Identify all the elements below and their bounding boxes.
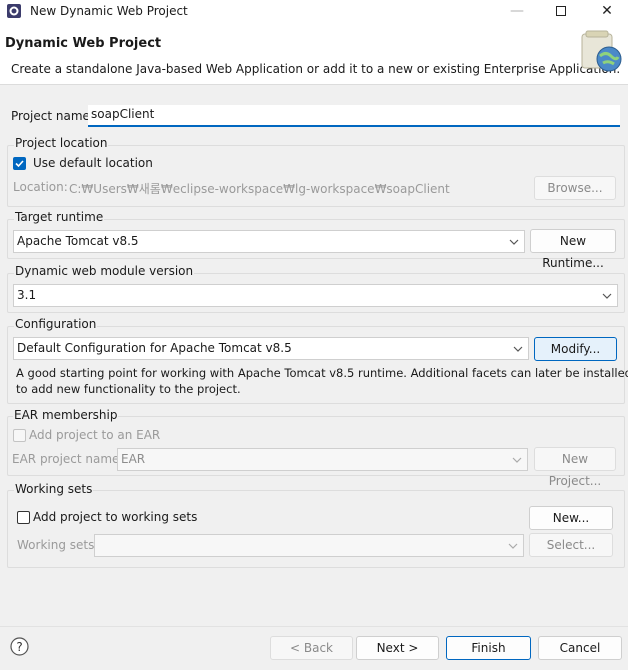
next-button[interactable]: Next > xyxy=(356,636,439,660)
add-to-working-sets-label: Add project to working sets xyxy=(33,510,198,524)
working-sets-group-label: Working sets xyxy=(14,482,94,496)
location-label: Location: xyxy=(13,180,68,194)
use-default-location-label: Use default location xyxy=(33,156,153,170)
wizard-description: Create a standalone Java-based Web Appli… xyxy=(11,62,621,76)
ear-project-name-value: EAR xyxy=(121,452,146,466)
window-titlebar: New Dynamic Web Project — ✕ xyxy=(0,0,628,22)
header-separator xyxy=(0,84,628,85)
ear-project-name-label: EAR project name: xyxy=(12,452,124,466)
configuration-select[interactable]: Default Configuration for Apache Tomcat … xyxy=(13,337,529,360)
close-icon[interactable]: ✕ xyxy=(584,0,628,22)
minimize-icon[interactable]: — xyxy=(494,0,540,22)
project-location-group-label: Project location xyxy=(14,136,109,150)
window-title: New Dynamic Web Project xyxy=(30,4,188,18)
chevron-down-icon xyxy=(509,239,519,245)
target-runtime-value: Apache Tomcat v8.5 xyxy=(17,234,139,248)
use-default-location-checkbox[interactable] xyxy=(13,157,26,170)
web-module-version-group-label: Dynamic web module version xyxy=(14,264,195,278)
web-project-banner-icon xyxy=(581,30,622,72)
checkmark-icon xyxy=(15,160,24,168)
ear-project-name-select[interactable]: EAR xyxy=(117,448,528,471)
browse-button[interactable]: Browse... xyxy=(534,176,616,200)
location-value: C:₩Users₩새롬₩eclipse-workspace₩lg-workspa… xyxy=(69,182,450,196)
target-runtime-select[interactable]: Apache Tomcat v8.5 xyxy=(13,230,525,253)
add-to-ear-label: Add project to an EAR xyxy=(29,428,161,442)
configuration-group-label: Configuration xyxy=(14,317,98,331)
configuration-value: Default Configuration for Apache Tomcat … xyxy=(17,341,292,355)
svg-text:?: ? xyxy=(16,640,22,654)
cancel-button[interactable]: Cancel xyxy=(538,636,622,660)
maximize-icon[interactable] xyxy=(538,0,584,22)
footer-separator xyxy=(0,626,628,627)
new-runtime-button[interactable]: New Runtime... xyxy=(530,229,616,270)
add-to-ear-checkbox[interactable] xyxy=(13,429,26,442)
project-name-label: Project name: xyxy=(11,109,94,123)
wizard-header: Dynamic Web Project Create a standalone … xyxy=(0,22,628,84)
chevron-down-icon xyxy=(508,543,518,549)
working-sets-select[interactable] xyxy=(94,534,524,557)
ear-membership-group-label: EAR membership xyxy=(13,408,119,422)
finish-button[interactable]: Finish xyxy=(446,636,531,660)
configuration-description-line1: A good starting point for working with A… xyxy=(16,366,628,380)
wizard-title: Dynamic Web Project xyxy=(5,36,162,51)
project-location-group xyxy=(7,145,625,207)
modify-button[interactable]: Modify... xyxy=(534,337,617,361)
chevron-down-icon xyxy=(602,293,612,299)
add-to-working-sets-checkbox[interactable] xyxy=(17,511,30,524)
web-module-version-value: 3.1 xyxy=(17,288,37,302)
new-ear-project-button[interactable]: New Project... xyxy=(534,447,616,488)
configuration-description-line2: to add new functionality to the project. xyxy=(16,382,241,396)
chevron-down-icon xyxy=(513,346,523,352)
working-sets-label: Working sets: xyxy=(17,538,99,552)
project-name-input[interactable]: soapClient xyxy=(88,105,620,127)
back-button[interactable]: < Back xyxy=(270,636,353,660)
web-module-version-select[interactable]: 3.1 xyxy=(13,284,618,307)
project-name-value: soapClient xyxy=(91,107,155,121)
chevron-down-icon xyxy=(512,457,522,463)
eclipse-app-icon xyxy=(7,4,21,18)
new-working-set-button[interactable]: New... xyxy=(529,506,613,530)
select-working-sets-button[interactable]: Select... xyxy=(529,533,613,557)
help-icon[interactable]: ? xyxy=(10,637,29,656)
target-runtime-group-label: Target runtime xyxy=(14,210,105,224)
